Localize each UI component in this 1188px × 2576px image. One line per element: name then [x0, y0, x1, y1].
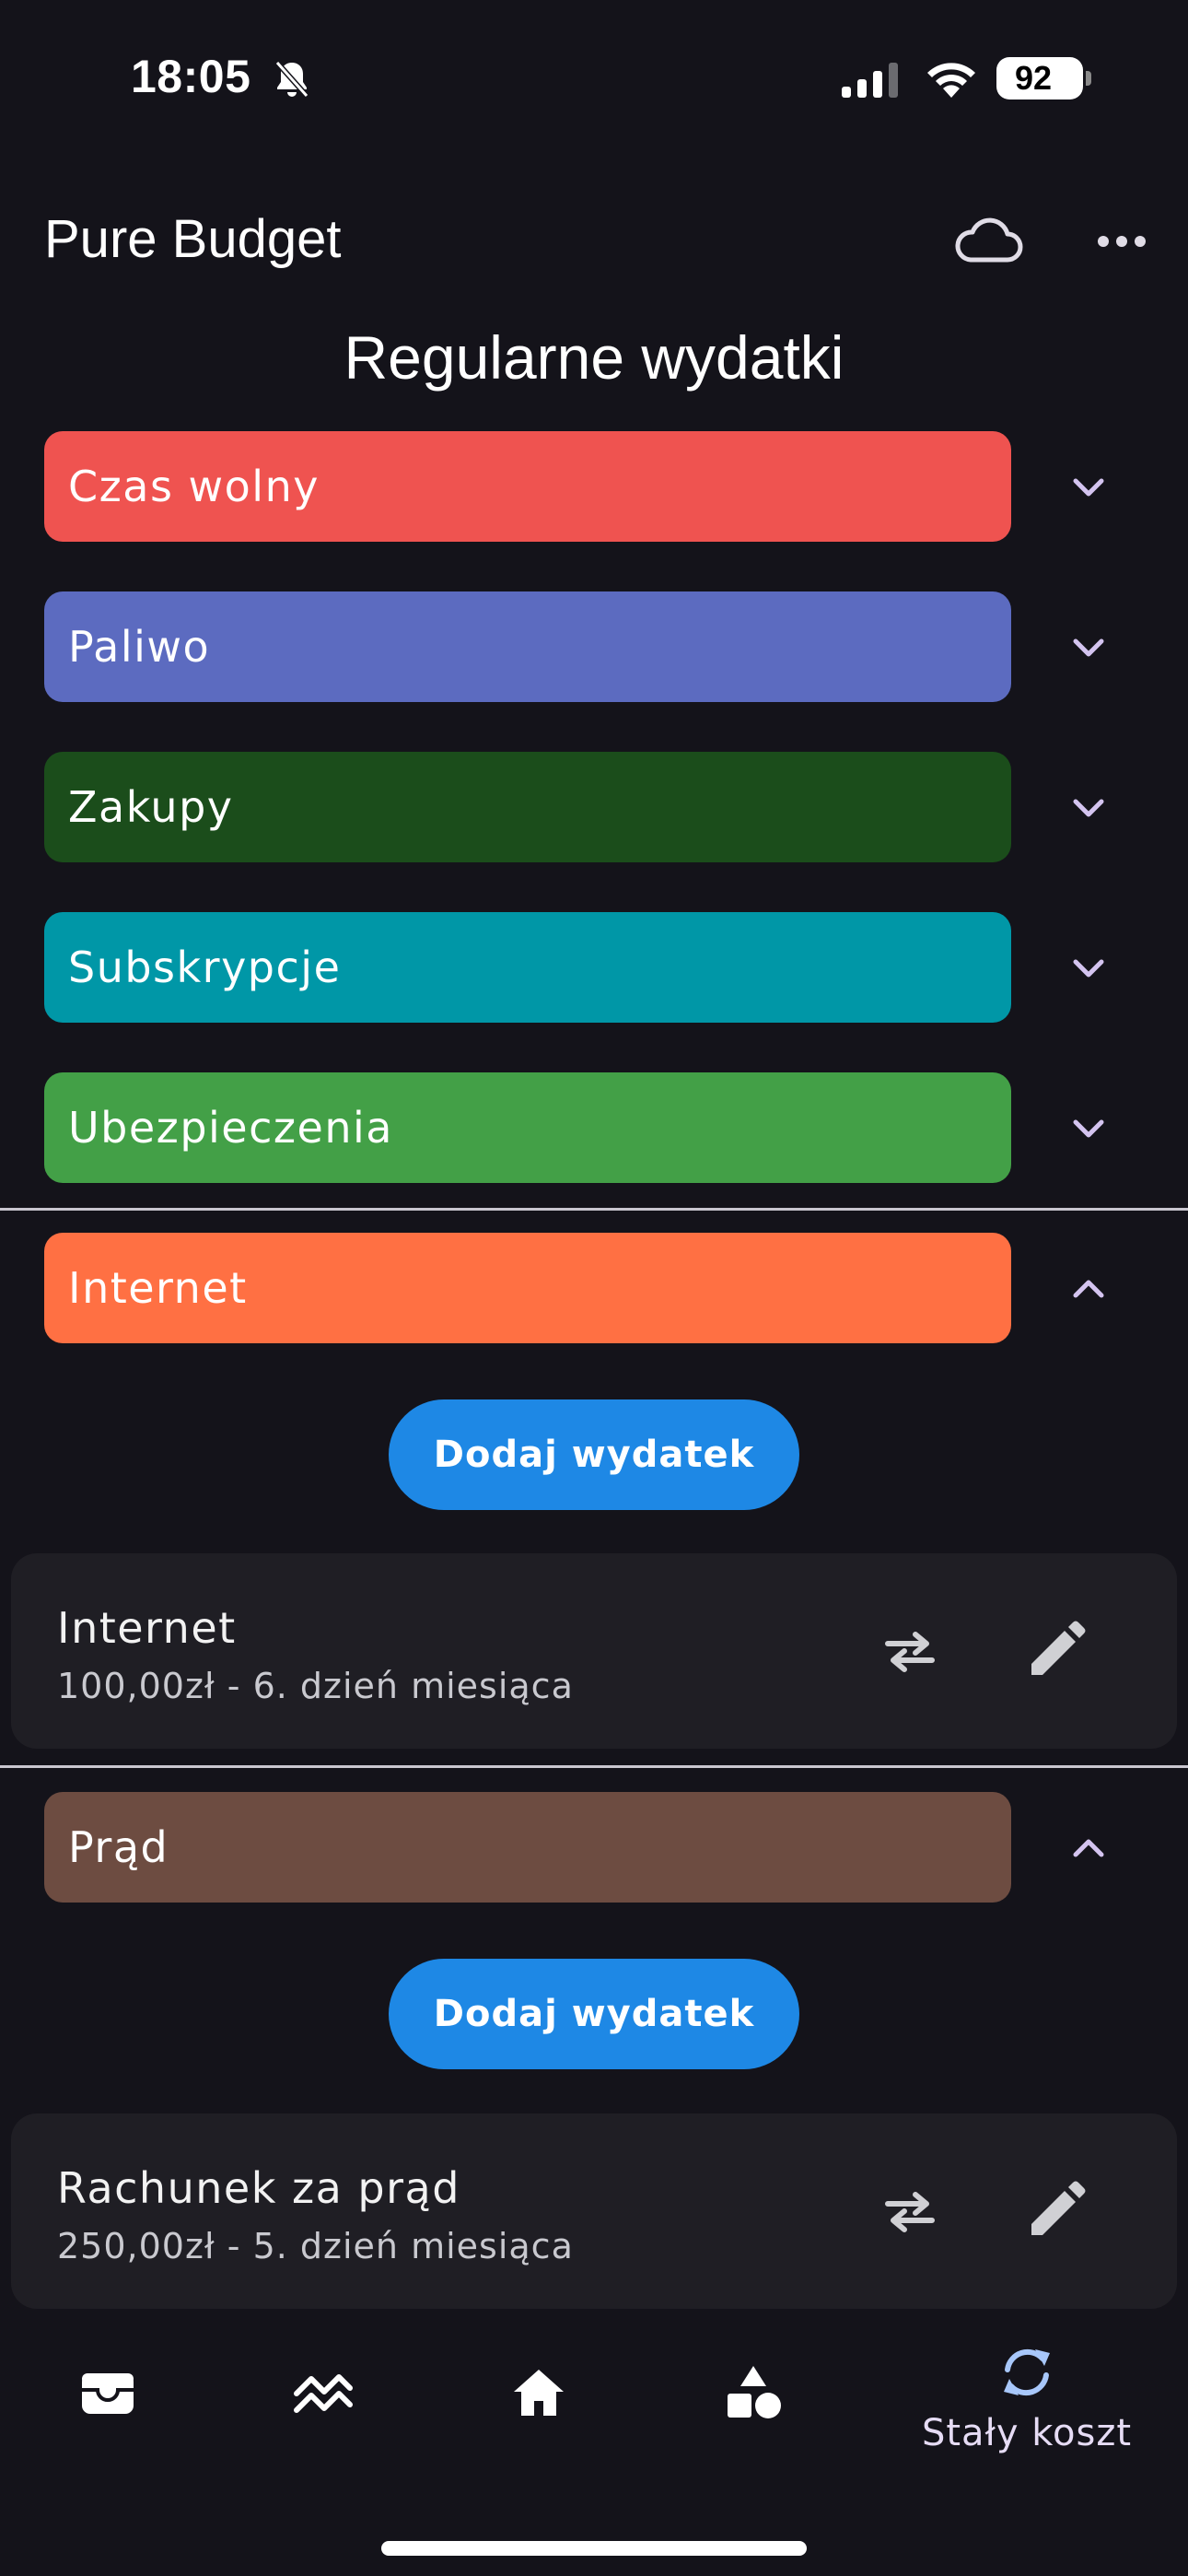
- battery-indicator: 92: [996, 57, 1091, 100]
- expense-name: Rachunek za prąd: [57, 2163, 460, 2213]
- status-time: 18:05: [131, 51, 251, 102]
- chevron-up-icon[interactable]: [1068, 1270, 1109, 1306]
- category-bar[interactable]: Prąd: [44, 1792, 1011, 1903]
- category-row-paliwo[interactable]: Paliwo: [0, 591, 1188, 702]
- nav-label: Stały koszt: [921, 2412, 1133, 2454]
- swap-icon[interactable]: [882, 2184, 938, 2239]
- category-row-prad[interactable]: Prąd: [0, 1792, 1188, 1903]
- bell-muted-icon: [274, 61, 309, 98]
- cloud-icon[interactable]: [952, 214, 1024, 269]
- chevron-down-icon[interactable]: [1068, 949, 1109, 986]
- category-bar[interactable]: Subskrypcje: [44, 912, 1011, 1023]
- chevron-down-icon[interactable]: [1068, 789, 1109, 825]
- bottom-navigation: Stały koszt: [0, 2322, 1188, 2506]
- app-title: Pure Budget: [44, 209, 342, 269]
- cellular-signal-icon: [842, 63, 898, 98]
- nav-item-fixed-cost[interactable]: Stały koszt: [912, 2322, 1142, 2460]
- expense-detail: 100,00zł - 6. dzień miesiąca: [57, 1666, 574, 1706]
- sync-icon: [1004, 2348, 1050, 2396]
- chevron-down-icon[interactable]: [1068, 1109, 1109, 1146]
- trend-icon: [294, 2374, 353, 2413]
- divider: [0, 1765, 1188, 1768]
- edit-pencil-icon[interactable]: [1022, 1618, 1089, 1684]
- home-indicator[interactable]: [381, 2541, 807, 2556]
- expense-card-internet[interactable]: Internet 100,00zł - 6. dzień miesiąca: [11, 1553, 1177, 1749]
- status-bar: 18:05 92: [0, 0, 1188, 157]
- divider: [0, 1208, 1188, 1211]
- category-row-czas-wolny[interactable]: Czas wolny: [0, 431, 1188, 542]
- add-expense-button[interactable]: Dodaj wydatek: [389, 1399, 799, 1510]
- category-bar[interactable]: Czas wolny: [44, 431, 1011, 542]
- nav-item-wallet[interactable]: [77, 2322, 138, 2460]
- nav-item-home[interactable]: [508, 2322, 569, 2460]
- category-row-ubezpieczenia[interactable]: Ubezpieczenia: [0, 1072, 1188, 1183]
- category-label: Zakupy: [68, 782, 234, 832]
- more-options-icon[interactable]: [1096, 230, 1147, 252]
- chevron-down-icon[interactable]: [1068, 628, 1109, 665]
- home-icon: [514, 2370, 564, 2416]
- category-label: Ubezpieczenia: [68, 1103, 393, 1153]
- edit-pencil-icon[interactable]: [1022, 2178, 1089, 2244]
- category-bar[interactable]: Internet: [44, 1233, 1011, 1343]
- category-label: Prąd: [68, 1822, 169, 1872]
- category-label: Czas wolny: [68, 462, 320, 511]
- category-label: Subskrypcje: [68, 943, 342, 992]
- nav-item-trends[interactable]: [293, 2322, 354, 2460]
- category-row-zakupy[interactable]: Zakupy: [0, 752, 1188, 862]
- expense-name: Internet: [57, 1603, 237, 1653]
- category-row-internet[interactable]: Internet: [0, 1233, 1188, 1343]
- add-expense-button[interactable]: Dodaj wydatek: [389, 1959, 799, 2069]
- category-bar[interactable]: Zakupy: [44, 752, 1011, 862]
- category-label: Internet: [68, 1263, 248, 1313]
- shapes-icon: [728, 2366, 781, 2418]
- category-bar[interactable]: Paliwo: [44, 591, 1011, 702]
- wifi-icon: [927, 63, 975, 98]
- battery-level: 92: [1014, 59, 1053, 97]
- nav-item-categories[interactable]: [724, 2322, 785, 2460]
- category-row-subskrypcje[interactable]: Subskrypcje: [0, 912, 1188, 1023]
- expense-card-prad[interactable]: Rachunek za prąd 250,00zł - 5. dzień mie…: [11, 2113, 1177, 2309]
- chevron-down-icon[interactable]: [1068, 468, 1109, 505]
- chevron-up-icon[interactable]: [1068, 1829, 1109, 1866]
- swap-icon[interactable]: [882, 1623, 938, 1679]
- category-bar[interactable]: Ubezpieczenia: [44, 1072, 1011, 1183]
- wallet-icon: [82, 2373, 134, 2414]
- page-title: Regularne wydatki: [344, 323, 844, 392]
- expense-detail: 250,00zł - 5. dzień miesiąca: [57, 2226, 574, 2266]
- category-label: Paliwo: [68, 622, 211, 672]
